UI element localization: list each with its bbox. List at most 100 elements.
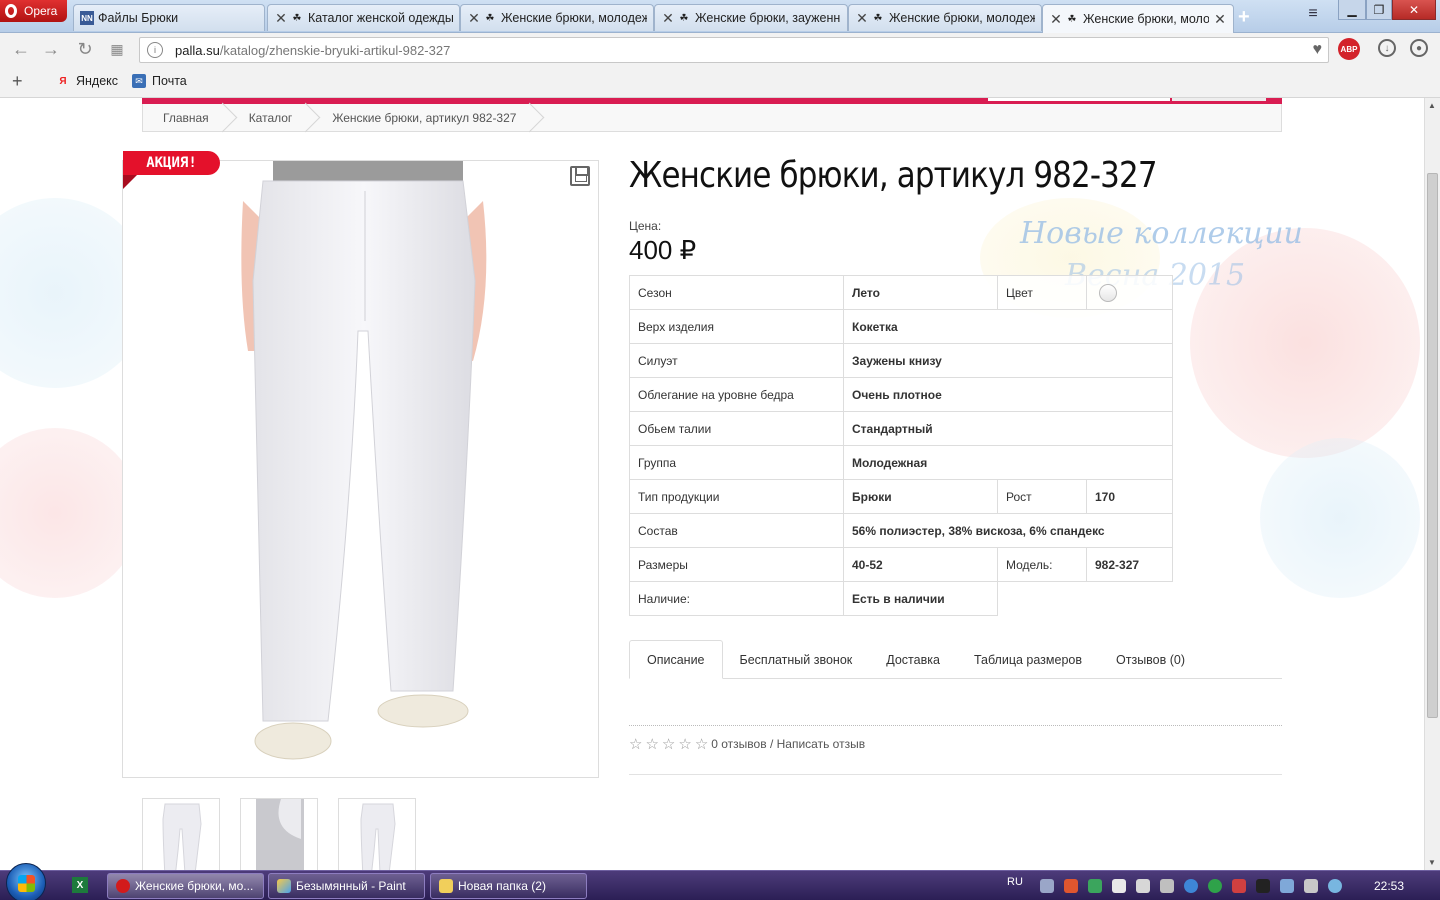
tab-close-icon[interactable]: ✕ [274, 10, 288, 27]
account-icon[interactable]: ● [1410, 39, 1428, 57]
language-indicator[interactable]: RU [1007, 876, 1023, 888]
tray-icon[interactable] [1064, 879, 1078, 893]
product-thumbnail[interactable] [338, 798, 416, 870]
new-tab-button[interactable]: + [1238, 6, 1250, 29]
address-bar: ← → ↻ ▦ i palla.su/katalog/zhenskie-bryu… [0, 33, 1440, 65]
spec-value: Молодежная [843, 445, 1173, 480]
tab-size-chart[interactable]: Таблица размеров [957, 640, 1099, 679]
header-search-input[interactable] [988, 98, 1170, 101]
maximize-button[interactable]: ❐ [1366, 0, 1392, 20]
browser-tab[interactable]: ✕ ☘ Каталог женской одежды [267, 4, 460, 31]
speed-dial-grid-icon[interactable]: ▦ [106, 38, 128, 60]
site-info-icon[interactable]: i [147, 42, 163, 58]
tray-icon[interactable] [1232, 879, 1246, 893]
table-row: Силуэт Заужены книзу [629, 343, 1173, 378]
bookmark-yandex[interactable]: Я Яндекс [56, 74, 118, 88]
tray-icon[interactable] [1328, 879, 1342, 893]
save-icon[interactable] [570, 166, 590, 186]
tab-free-call[interactable]: Бесплатный звонок [723, 640, 870, 679]
mail-icon: ✉ [132, 74, 147, 88]
reload-icon[interactable]: ↻ [74, 38, 96, 60]
tab-title: Файлы Брюки [98, 11, 179, 25]
breadcrumb: Главная Каталог Женские брюки, артикул 9… [142, 104, 1282, 132]
sale-badge-label: АКЦИЯ! [146, 155, 197, 171]
product-image-frame[interactable] [122, 160, 599, 778]
tab-close-icon[interactable]: ✕ [1213, 11, 1227, 28]
browser-tab[interactable]: ✕ ☘ Женские брюки, молодежн [848, 4, 1042, 31]
adblock-plus-icon[interactable]: ABP [1338, 38, 1360, 60]
opera-menu-button[interactable]: Opera [0, 0, 67, 22]
tray-icon[interactable] [1136, 879, 1150, 893]
browser-tab[interactable]: NN Файлы Брюки [73, 4, 265, 31]
empty-cell [998, 582, 1173, 616]
browser-tab[interactable]: ✕ ☘ Женские брюки, зауженн [654, 4, 848, 31]
breadcrumb-home[interactable]: Главная [143, 104, 229, 132]
browser-tab[interactable]: ✕ ☘ Женские брюки, молодежн [460, 4, 654, 31]
tab-close-icon[interactable]: ✕ [855, 10, 869, 27]
minimize-button[interactable]: ▁ [1338, 0, 1366, 20]
tray-icon[interactable] [1256, 879, 1270, 893]
price-value: 400 ₽ [629, 235, 697, 265]
page-scrollbar[interactable]: ▲ ▼ [1424, 98, 1440, 870]
tab-reviews[interactable]: Отзывов (0) [1099, 640, 1202, 679]
breadcrumb-current[interactable]: Женские брюки, артикул 982-327 [312, 104, 536, 132]
scrollbar-thumb[interactable] [1427, 173, 1438, 718]
spec-value: Заужены книзу [843, 343, 1173, 378]
product-thumbnail[interactable] [142, 798, 220, 870]
tab-menu-icon[interactable]: ≡ [1300, 4, 1326, 24]
scroll-up-icon[interactable]: ▲ [1428, 101, 1436, 110]
forward-arrow-icon[interactable]: → [40, 38, 62, 60]
product-thumbnail[interactable] [240, 798, 318, 870]
tab-close-icon[interactable]: ✕ [467, 10, 481, 27]
spec-label: Тип продукции [629, 479, 844, 514]
bookmarks-bar: + Я Яндекс ✉ Почта [0, 65, 1440, 98]
adblock-plus-label: ABP [1340, 44, 1358, 54]
tray-icon[interactable] [1088, 879, 1102, 893]
bookmark-mail[interactable]: ✉ Почта [132, 74, 187, 88]
price-label: Цена: [629, 219, 662, 233]
network-icon[interactable] [1160, 879, 1174, 893]
tab-close-icon[interactable]: ✕ [1049, 11, 1063, 28]
tray-icon[interactable] [1040, 879, 1054, 893]
color-swatch[interactable] [1099, 283, 1117, 302]
table-row: Верх изделия Кокетка [629, 309, 1173, 344]
heart-bookmark-icon[interactable]: ♥ [1313, 41, 1323, 59]
taskbar-item-paint[interactable]: Безымянный - Paint [268, 873, 425, 899]
windows-logo-icon [18, 875, 35, 892]
product-image [241, 161, 487, 760]
flower-decoration [1260, 438, 1420, 598]
url-field[interactable]: i palla.su/katalog/zhenskie-bryuki-artik… [139, 37, 1329, 63]
taskbar-item-folder[interactable]: Новая папка (2) [430, 873, 587, 899]
rating-separator: / [766, 737, 777, 751]
table-row: Наличие: Есть в наличии [629, 581, 1173, 616]
browser-tab-active[interactable]: ✕ ☘ Женские брюки, молоде ✕ [1042, 4, 1234, 33]
reviews-count-link[interactable]: 0 отзывов [711, 737, 766, 751]
tab-close-icon[interactable]: ✕ [661, 10, 675, 27]
page-title: Женские брюки, артикул 982-327 [629, 155, 1158, 196]
close-window-button[interactable]: ✕ [1392, 0, 1436, 20]
breadcrumb-catalog[interactable]: Каталог [229, 104, 313, 132]
back-arrow-icon[interactable]: ← [10, 38, 32, 60]
start-button[interactable] [6, 863, 46, 900]
download-icon[interactable]: ↓ [1378, 39, 1396, 57]
scroll-down-icon[interactable]: ▼ [1428, 858, 1436, 867]
palla-icon: ☘ [679, 12, 689, 24]
table-row: Группа Молодежная [629, 445, 1173, 480]
tray-icon[interactable] [1184, 879, 1198, 893]
add-bookmark-icon[interactable]: + [12, 71, 42, 92]
clock[interactable]: 22:53 [1374, 879, 1404, 893]
promo-text: Новые коллекции [1020, 216, 1303, 251]
tray-icon[interactable] [1112, 879, 1126, 893]
folder-icon [439, 879, 453, 893]
volume-icon[interactable] [1304, 879, 1318, 893]
tab-description[interactable]: Описание [629, 640, 723, 679]
table-row: Тип продукции Брюки Рост 170 [629, 479, 1173, 514]
write-review-link[interactable]: Написать отзыв [777, 737, 865, 751]
tray-icon[interactable] [1280, 879, 1294, 893]
paint-icon [277, 879, 291, 893]
tray-icon[interactable] [1208, 879, 1222, 893]
tab-delivery[interactable]: Доставка [869, 640, 957, 679]
taskbar-item-opera[interactable]: Женские брюки, мо... [107, 873, 264, 899]
header-search-button[interactable] [1172, 98, 1266, 101]
excel-icon[interactable]: X [72, 877, 88, 893]
